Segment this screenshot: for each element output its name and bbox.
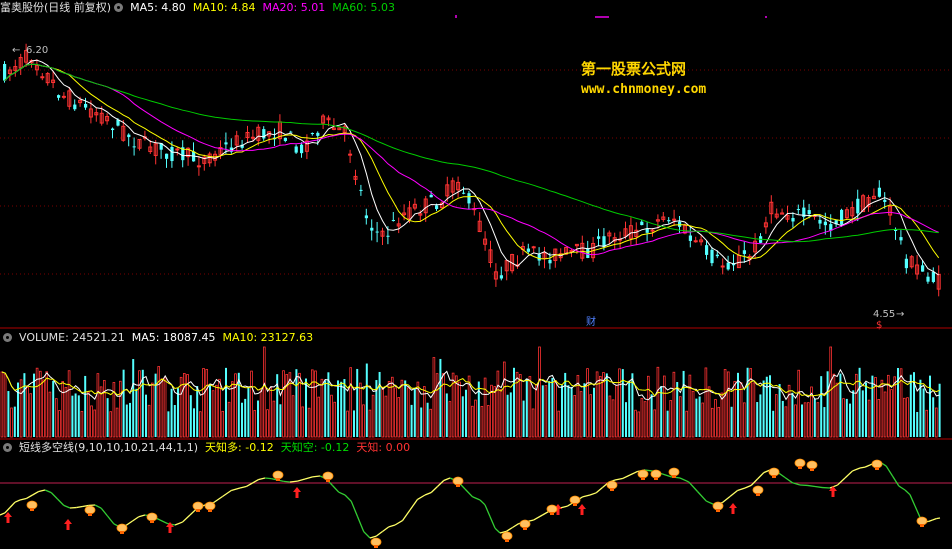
candlesticks (3, 43, 941, 297)
low-price-label: 4.55 (873, 309, 895, 320)
low-arrow: → (896, 309, 904, 320)
finance-event-marker[interactable]: 财 (586, 315, 596, 328)
high-price-label: 6.20 (26, 45, 48, 56)
event-s-marker[interactable]: $ (876, 320, 882, 331)
indicator-curve (0, 461, 941, 539)
high-arrow: ← (12, 45, 20, 56)
indicator-signals (4, 458, 928, 548)
stock-chart-canvas[interactable]: ← 6.20 4.55 → 财 $ (0, 0, 952, 549)
price-gridlines (0, 69, 952, 275)
top-event-markers (455, 15, 767, 18)
price-ma-lines (4, 59, 940, 276)
